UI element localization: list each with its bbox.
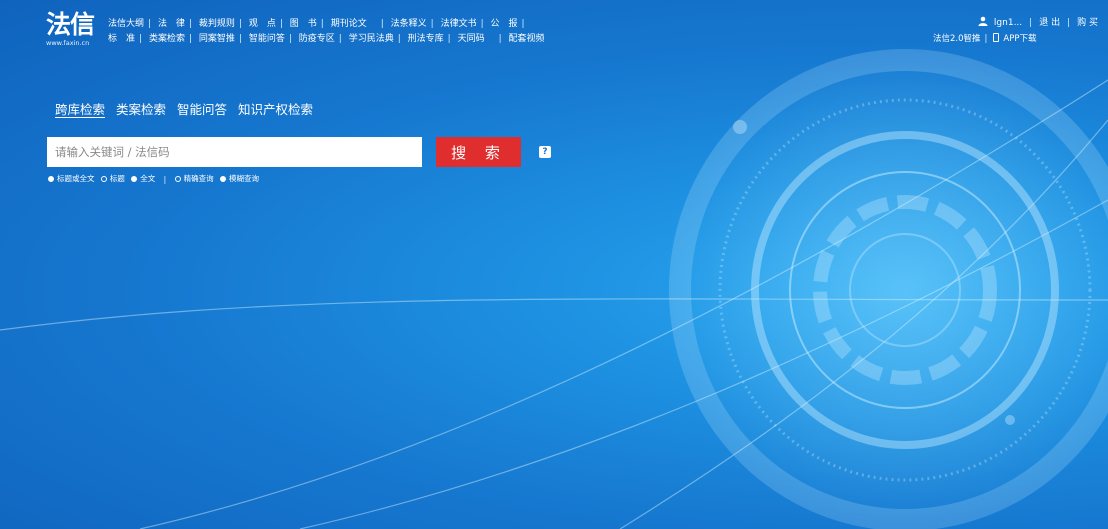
logout-link[interactable]: 退 出 bbox=[1039, 18, 1060, 28]
logo-text: 法信 bbox=[46, 10, 95, 39]
radio-icon bbox=[174, 176, 181, 182]
phone-icon bbox=[993, 33, 1000, 42]
nav-similar-case-search[interactable]: 类案检索 bbox=[149, 34, 185, 44]
nav-separator: | bbox=[397, 34, 401, 44]
nav-civil-code[interactable]: 学习民法典 bbox=[349, 34, 394, 44]
tab-ip-search[interactable]: 知识产权检索 bbox=[238, 102, 313, 117]
app-row: 法信2.0智推 | APP下载 bbox=[933, 32, 1036, 46]
user-separator: | bbox=[1029, 18, 1033, 28]
option-exact-query[interactable]: 精确查询 bbox=[174, 173, 214, 185]
option-label: 精确查询 bbox=[183, 174, 214, 183]
app-download-link[interactable]: APP下载 bbox=[1003, 34, 1036, 44]
nav-separator: | bbox=[320, 19, 324, 29]
nav-journals[interactable]: 期刊论文 bbox=[331, 19, 367, 29]
nav-separator: | bbox=[279, 19, 283, 29]
user-icon bbox=[978, 16, 988, 26]
recommend-link[interactable]: 法信2.0智推 bbox=[933, 34, 981, 44]
nav-epidemic-zone[interactable]: 防疫专区 bbox=[299, 34, 335, 44]
nav-separator: | bbox=[139, 34, 143, 44]
nav-standards[interactable]: 标 准 bbox=[108, 34, 135, 44]
user-area: lgn1... | 退 出 | 购 买 bbox=[978, 16, 1098, 30]
tab-smart-qa[interactable]: 智能问答 bbox=[177, 102, 227, 117]
nav-criminal-law[interactable]: 刑法专库 bbox=[408, 34, 444, 44]
nav-outline[interactable]: 法信大纲 bbox=[108, 19, 144, 29]
question-icon[interactable]: ? bbox=[539, 146, 551, 158]
nav-separator: | bbox=[447, 34, 451, 44]
option-label: 模糊查询 bbox=[228, 174, 259, 183]
option-label: 标题或全文 bbox=[57, 174, 95, 183]
nav-case-recommend[interactable]: 同案智推 bbox=[199, 34, 235, 44]
nav-separator: | bbox=[521, 19, 525, 29]
nav-row-1: 法信大纲 | 法 律 | 裁判规则 | 观 点 | 图 书 | 期刊论文 | 法条释义 | 法… bbox=[108, 17, 529, 31]
nav-separator: | bbox=[380, 19, 384, 29]
option-title-or-fulltext[interactable]: 标题或全文 bbox=[48, 173, 95, 185]
nav-legal-documents[interactable]: 法律文书 bbox=[441, 19, 477, 29]
search-tabs: 跨库检索 类案检索 智能问答 知识产权检索 bbox=[55, 101, 320, 119]
username[interactable]: lgn1... bbox=[994, 18, 1022, 28]
radio-icon bbox=[131, 176, 138, 182]
buy-link[interactable]: 购 买 bbox=[1077, 18, 1098, 28]
nav-viewpoint[interactable]: 观 点 bbox=[249, 19, 276, 29]
option-fuzzy-query[interactable]: 模糊查询 bbox=[219, 173, 259, 185]
option-separator: | bbox=[163, 175, 167, 184]
nav-separator: | bbox=[238, 19, 242, 29]
nav-law[interactable]: 法 律 bbox=[158, 19, 185, 29]
nav-judgment-rules[interactable]: 裁判规则 bbox=[199, 19, 235, 29]
nav-separator: | bbox=[188, 34, 192, 44]
nav-separator: | bbox=[188, 19, 192, 29]
option-label: 标题 bbox=[109, 174, 125, 183]
nav-videos[interactable]: 配套视频 bbox=[509, 34, 545, 44]
nav-separator: | bbox=[498, 34, 502, 44]
nav-statute-interpretation[interactable]: 法条释义 bbox=[391, 19, 427, 29]
radio-icon bbox=[48, 176, 54, 182]
nav-separator: | bbox=[238, 34, 242, 44]
background-decoration bbox=[0, 49, 1108, 529]
nav-separator: | bbox=[338, 34, 342, 44]
option-title[interactable]: 标题 bbox=[100, 173, 125, 185]
option-label: 全文 bbox=[140, 174, 156, 183]
app-separator: | bbox=[984, 34, 988, 44]
user-separator: | bbox=[1067, 18, 1071, 28]
radio-icon bbox=[219, 176, 226, 182]
logo-url: www.faxin.cn bbox=[46, 39, 90, 47]
option-fulltext[interactable]: 全文 bbox=[131, 173, 155, 185]
tab-cross-database[interactable]: 跨库检索 bbox=[55, 102, 105, 117]
tab-similar-case[interactable]: 类案检索 bbox=[116, 102, 166, 117]
search-options: 标题或全文 标题 全文 | 精确查询 模糊查询 bbox=[48, 173, 263, 186]
nav-row-2: 标 准 | 类案检索 | 同案智推 | 智能问答 | 防疫专区 | 学习民法典 | 刑法专库… bbox=[108, 32, 545, 46]
nav-smart-qa[interactable]: 智能问答 bbox=[249, 34, 285, 44]
nav-separator: | bbox=[480, 19, 484, 29]
nav-separator: | bbox=[148, 19, 152, 29]
radio-icon bbox=[100, 176, 107, 182]
search-button[interactable]: 搜 索 bbox=[436, 137, 521, 167]
nav-tiantong-code[interactable]: 天同码 bbox=[458, 34, 485, 44]
logo[interactable]: 法信 www.faxin.cn bbox=[46, 12, 102, 52]
nav-separator: | bbox=[430, 19, 434, 29]
nav-separator: | bbox=[288, 34, 292, 44]
search-input[interactable] bbox=[47, 137, 422, 167]
nav-gazette[interactable]: 公 报 bbox=[491, 19, 518, 29]
nav-books[interactable]: 图 书 bbox=[290, 19, 317, 29]
top-bar: 法信 www.faxin.cn 法信大纲 | 法 律 | 裁判规则 | 观 点 | 图 … bbox=[0, 0, 1108, 56]
